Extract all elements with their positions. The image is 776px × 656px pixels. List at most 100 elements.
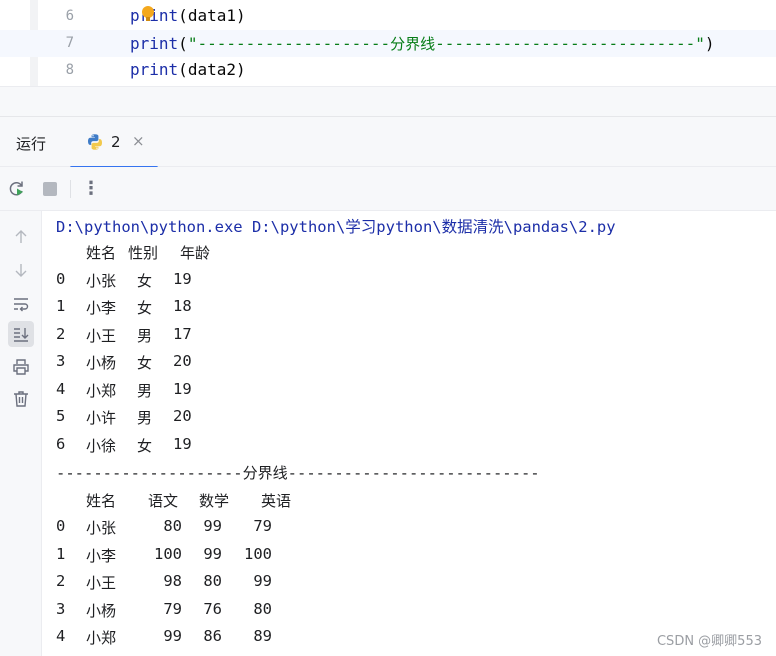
english-cell: 100 bbox=[244, 545, 272, 563]
english-cell: 79 bbox=[253, 517, 272, 535]
name-cell: 小杨 bbox=[86, 602, 117, 620]
toolbar-separator bbox=[70, 180, 71, 198]
chinese-cell: 79 bbox=[163, 600, 182, 618]
column-header: 数学 bbox=[199, 492, 230, 510]
code-text[interactable]: print("--------------------分界线----------… bbox=[130, 33, 714, 54]
code-editor[interactable]: 6 print(data1) 7 print("----------------… bbox=[0, 0, 776, 116]
name-cell: 小李 bbox=[86, 299, 117, 317]
sex-cell: 女 bbox=[137, 299, 153, 317]
table-row: 3 小杨 79 76 80 bbox=[56, 600, 656, 627]
row-index: 6 bbox=[56, 435, 66, 453]
sex-cell: 男 bbox=[137, 327, 153, 345]
tool-window-title: 运行 bbox=[16, 135, 47, 153]
table-row: 0 小张 80 99 79 bbox=[56, 517, 656, 544]
command-line: D:\python\python.exe D:\python\学习python\… bbox=[56, 218, 616, 236]
down-button[interactable] bbox=[8, 257, 34, 283]
column-header: 年龄 bbox=[180, 244, 211, 262]
math-cell: 99 bbox=[203, 517, 222, 535]
table-row: 3 小杨 女 20 bbox=[56, 352, 656, 379]
name-cell: 小郑 bbox=[86, 629, 117, 647]
column-header: 英语 bbox=[261, 492, 292, 510]
name-cell: 小张 bbox=[86, 519, 117, 537]
row-index: 2 bbox=[56, 572, 66, 590]
print-button[interactable] bbox=[8, 354, 34, 380]
row-index: 5 bbox=[56, 407, 66, 425]
separator-line: --------------------分界线-----------------… bbox=[56, 464, 540, 482]
close-icon[interactable]: × bbox=[132, 132, 145, 150]
code-line[interactable]: 8 print(data2) bbox=[0, 57, 776, 84]
editor-empty-area bbox=[0, 86, 776, 116]
sex-cell: 男 bbox=[137, 409, 153, 427]
row-index: 2 bbox=[56, 325, 66, 343]
table-row: 2 小王 98 80 99 bbox=[56, 572, 656, 599]
column-header: 语文 bbox=[148, 492, 179, 510]
python-icon bbox=[88, 134, 102, 150]
table-header: 姓名 性别 年龄 bbox=[56, 242, 656, 269]
name-cell: 小杨 bbox=[86, 354, 117, 372]
soft-wrap-icon bbox=[14, 298, 29, 312]
math-cell: 99 bbox=[203, 545, 222, 563]
english-cell: 80 bbox=[253, 600, 272, 618]
row-index: 1 bbox=[56, 545, 66, 563]
row-index: 4 bbox=[56, 380, 66, 398]
sex-cell: 男 bbox=[137, 382, 153, 400]
down-arrow-icon bbox=[15, 264, 27, 277]
table-row: 6 小徐 女 19 bbox=[56, 435, 656, 462]
name-cell: 小许 bbox=[86, 409, 117, 427]
english-cell: 89 bbox=[253, 627, 272, 645]
row-index: 1 bbox=[56, 297, 66, 315]
name-cell: 小徐 bbox=[86, 437, 117, 455]
math-cell: 80 bbox=[203, 572, 222, 590]
line-number: 7 bbox=[65, 35, 74, 51]
code-line[interactable]: 6 print(data1) bbox=[0, 3, 776, 30]
chinese-cell: 99 bbox=[163, 627, 182, 645]
name-cell: 小张 bbox=[86, 272, 117, 290]
column-header: 性别 bbox=[128, 244, 159, 262]
scroll-to-end-icon bbox=[14, 328, 29, 342]
chinese-cell: 98 bbox=[163, 572, 182, 590]
age-cell: 20 bbox=[173, 407, 192, 425]
age-cell: 19 bbox=[173, 270, 192, 288]
age-cell: 20 bbox=[173, 352, 192, 370]
rerun-icon bbox=[9, 181, 23, 196]
scroll-to-end-button[interactable] bbox=[8, 321, 34, 347]
row-index: 0 bbox=[56, 517, 66, 535]
console-side-actions bbox=[0, 211, 42, 656]
column-header: 姓名 bbox=[86, 244, 117, 262]
row-index: 3 bbox=[56, 600, 66, 618]
table-row: 1 小李 100 99 100 bbox=[56, 545, 656, 572]
name-cell: 小王 bbox=[86, 574, 117, 592]
code-text[interactable]: print(data2) bbox=[130, 60, 246, 79]
name-cell: 小郑 bbox=[86, 382, 117, 400]
math-cell: 76 bbox=[203, 600, 222, 618]
soft-wrap-button[interactable] bbox=[8, 291, 34, 317]
code-line-current[interactable]: 7 print("--------------------分界线--------… bbox=[0, 30, 776, 57]
table-row: 2 小王 男 17 bbox=[56, 325, 656, 352]
age-cell: 18 bbox=[173, 297, 192, 315]
clear-button[interactable] bbox=[8, 386, 34, 412]
sex-cell: 女 bbox=[137, 354, 153, 372]
print-icon bbox=[13, 359, 29, 375]
chinese-cell: 80 bbox=[163, 517, 182, 535]
run-config-tab[interactable]: 2 × bbox=[70, 117, 158, 169]
age-cell: 17 bbox=[173, 325, 192, 343]
more-options-icon[interactable]: ⋮ bbox=[80, 178, 102, 200]
english-cell: 99 bbox=[253, 572, 272, 590]
table-row: 4 小郑 男 19 bbox=[56, 380, 656, 407]
table-row: 4 小郑 99 86 89 bbox=[56, 627, 656, 654]
line-number: 8 bbox=[65, 62, 74, 78]
sex-cell: 女 bbox=[137, 437, 153, 455]
up-button[interactable] bbox=[8, 224, 34, 250]
lightbulb-icon[interactable] bbox=[142, 6, 154, 21]
age-cell: 19 bbox=[173, 435, 192, 453]
row-index: 0 bbox=[56, 270, 66, 288]
name-cell: 小李 bbox=[86, 547, 117, 565]
row-index: 3 bbox=[56, 352, 66, 370]
rerun-button[interactable] bbox=[6, 178, 28, 200]
table-row: 5 小许 男 20 bbox=[56, 407, 656, 434]
run-tool-window-header: 运行 2 × bbox=[0, 116, 776, 169]
console-output[interactable]: D:\python\python.exe D:\python\学习python\… bbox=[42, 211, 776, 656]
run-toolbar: ⋮ bbox=[0, 167, 776, 211]
table-row: 1 小李 女 18 bbox=[56, 297, 656, 324]
stop-button[interactable] bbox=[39, 178, 61, 200]
